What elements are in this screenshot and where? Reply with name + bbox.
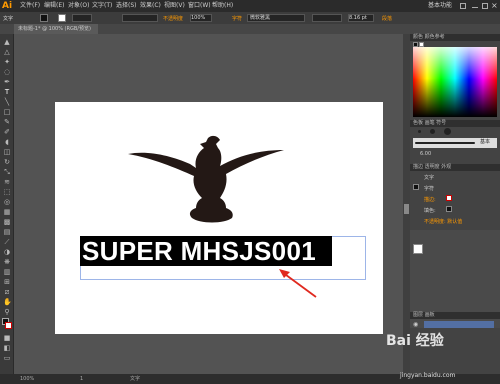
menu-window[interactable]: 窗口(W) [188,0,211,12]
menu-effect[interactable]: 效果(C) [140,0,161,12]
mesh-tool-icon[interactable]: ▩ [3,218,11,226]
control-type-label: 文字 [3,16,14,22]
stroke-weight-field[interactable] [72,14,92,22]
layer-row-1[interactable] [424,321,494,328]
stroke-color-icon[interactable] [5,322,12,329]
bird-artwork[interactable] [128,134,284,226]
color-spectrum[interactable] [413,47,497,117]
slice-tool-icon[interactable]: ⧄ [3,288,11,296]
watermark-url: jingyan.baidu.com [400,372,456,379]
menu-select[interactable]: 选择(S) [116,0,137,12]
free-transform-icon[interactable]: ⬚ [3,188,11,196]
maximize-icon[interactable] [482,3,488,9]
blend-tool-icon[interactable]: ◑ [3,248,11,256]
zoom-level[interactable]: 100% [20,374,34,384]
baidu-watermark: Bai 经验 jingyan.baidu.com [386,330,500,384]
opacity-label[interactable]: 不透明度 [163,15,183,22]
hand-tool-icon[interactable]: ✋ [3,298,12,306]
appearance-character-swatch [413,184,419,190]
lasso-icon[interactable]: ◌ [3,68,11,76]
menu-bar: Ai 文件(F) 编辑(E) 对象(O) 文字(T) 选择(S) 效果(C) 视… [0,0,500,12]
appearance-row-character[interactable]: 字符 [424,185,434,192]
tools-panel: ▲ △ ✦ ◌ ✒ T ╲ □ ✎ ✐ ◖ ◫ ↻ ⤡ ≋ ⬚ ◎ ▦ ▩ ▤ … [0,34,14,374]
vertical-scrollbar[interactable] [403,34,410,374]
rectangle-tool-icon[interactable]: □ [3,108,11,116]
current-tool-label: 文字 [130,376,141,382]
layer-visibility-icon[interactable]: ◉ [413,321,418,328]
red-arrow-annotation [279,269,317,298]
menu-edit[interactable]: 编辑(E) [44,0,64,12]
selection-tool-icon[interactable]: ▲ [3,38,11,46]
gradient-tool-icon[interactable]: ▤ [3,228,11,236]
brush-dot-large[interactable] [444,128,451,135]
appearance-stroke-swatch[interactable] [446,195,452,201]
menu-view[interactable]: 视图(V) [164,0,185,12]
type-tool-icon[interactable]: T [3,88,11,96]
symbol-sprayer-icon[interactable]: ❋ [3,258,11,266]
menu-object[interactable]: 对象(O) [68,0,89,12]
search-icon[interactable] [460,3,466,9]
watermark-brand: Bai 经验 [386,333,444,349]
minimize-icon[interactable] [472,7,478,8]
menu-type[interactable]: 文字(T) [92,0,112,12]
appearance-row-fill[interactable]: 填色: [424,207,436,214]
appearance-row-opacity[interactable]: 不透明度: 默认值 [424,218,462,225]
appearance-panel-title[interactable]: 描边 透明度 外观 [410,164,500,171]
magic-wand-icon[interactable]: ✦ [3,58,11,66]
control-bar: 文字 不透明度 100% 字符 微软雅黑 8.16 pt 段落 [0,12,500,24]
screen-mode-icon[interactable]: ▭ [3,354,11,362]
paintbrush-icon[interactable]: ✎ [3,118,11,126]
brush-basic-label: 基本 [480,139,491,145]
paragraph-label[interactable]: 段落 [382,15,392,22]
eraser-icon[interactable]: ◫ [3,148,11,156]
perspective-grid-icon[interactable]: ▦ [3,208,11,216]
pen-tool-icon[interactable]: ✒ [3,78,11,86]
opacity-field[interactable]: 100% [190,14,212,22]
appearance-row-stroke[interactable]: 描边: [424,196,436,203]
document-tab[interactable]: 未标题-1* @ 100% (RGB/预览) [14,24,98,34]
brush-dot-small[interactable] [418,130,421,133]
artboard-number[interactable]: 1 [80,374,83,384]
scrollbar-thumb[interactable] [404,204,409,214]
appearance-fill-swatch[interactable] [446,206,452,212]
selected-text[interactable]: SUPER MHSJS001 [80,236,332,266]
font-size-field[interactable]: 8.16 pt [348,14,374,22]
font-family-field[interactable]: 微软雅黑 [247,14,305,22]
graph-tool-icon[interactable]: ▥ [3,268,11,276]
stroke-swatch[interactable] [58,14,66,22]
brush-panel-title[interactable]: 色板 画笔 符号 [410,120,500,127]
width-tool-icon[interactable]: ≋ [3,178,11,186]
panel-dock: 颜色 颜色参考 色板 画笔 符号 基本 6.00 描边 透明度 外观 文字 字符… [410,34,500,374]
artboard-tool-icon[interactable]: ⊞ [3,278,11,286]
direct-selection-tool-icon[interactable]: △ [3,48,11,56]
workspace-switcher[interactable]: 基本功能 [428,0,452,12]
line-tool-icon[interactable]: ╲ [3,98,11,106]
appearance-row-type[interactable]: 文字 [424,174,434,181]
draw-mode-icon[interactable]: ◧ [3,344,11,352]
blob-brush-icon[interactable]: ◖ [3,138,11,146]
menu-file[interactable]: 文件(F) [20,0,40,12]
zoom-tool-icon[interactable]: ⚲ [3,308,11,316]
menu-help[interactable]: 帮助(H) [212,0,233,12]
app-logo: Ai [2,1,13,11]
close-icon[interactable]: × [491,1,498,10]
character-label[interactable]: 字符 [232,15,242,22]
pencil-icon[interactable]: ✐ [3,128,11,136]
eyedropper-icon[interactable]: ⟋ [3,238,11,246]
fill-swatch[interactable] [40,14,48,22]
scale-tool-icon[interactable]: ⤡ [3,168,11,176]
shape-builder-icon[interactable]: ◎ [3,198,11,206]
layers-panel-title[interactable]: 图层 画板 [410,312,500,319]
brush-size-value[interactable]: 6.00 [420,151,431,157]
color-mode-icon[interactable]: ■ [3,334,11,342]
brush-definition-field[interactable] [122,14,158,22]
color-panel-title[interactable]: 颜色 颜色参考 [410,34,500,41]
rotate-tool-icon[interactable]: ↻ [3,158,11,166]
font-style-field[interactable] [312,14,342,22]
graphic-style-default[interactable] [413,244,423,254]
brush-dot-medium[interactable] [430,129,435,134]
